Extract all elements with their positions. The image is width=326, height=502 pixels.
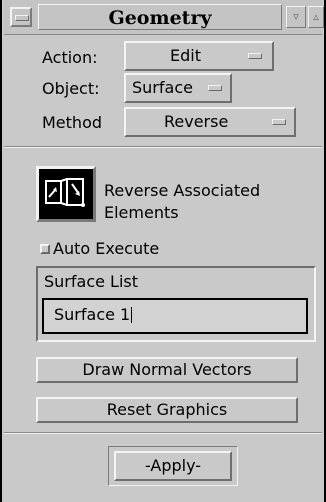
object-value: Surface [132, 78, 193, 97]
reset-graphics-button[interactable]: Reset Graphics [36, 397, 298, 423]
auto-execute-label: Auto Execute [53, 239, 160, 258]
option-menu-indicator-icon [272, 119, 286, 125]
window-menu-button[interactable] [10, 7, 32, 27]
action-option-menu[interactable]: Edit [124, 41, 274, 71]
title-bar[interactable]: Geometry ▿ ▵ [4, 0, 324, 35]
operation-description: Reverse Associated Elements [104, 180, 260, 224]
auto-execute-checkbox[interactable] [40, 244, 50, 254]
action-label: Action: [42, 48, 98, 67]
apply-button[interactable]: -Apply- [114, 451, 232, 481]
window-title: Geometry [38, 4, 282, 30]
method-value: Reverse [164, 112, 229, 131]
minimize-icon: ▿ [293, 10, 299, 23]
menu-bar-icon [15, 15, 29, 21]
minimize-button[interactable]: ▿ [286, 6, 306, 28]
reverse-elements-icon [36, 166, 96, 222]
surface-list-input[interactable]: Surface 1 [42, 298, 308, 334]
option-menu-indicator-icon [248, 53, 262, 59]
option-menu-indicator-icon [208, 85, 222, 91]
draw-normal-vectors-button[interactable]: Draw Normal Vectors [36, 357, 298, 383]
method-option-menu[interactable]: Reverse [124, 107, 296, 137]
geometry-window: Geometry ▿ ▵ Action: Edit Object: Surfac… [0, 0, 326, 502]
operation-description-line2: Elements [104, 203, 179, 222]
operation-description-line1: Reverse Associated [104, 181, 261, 200]
method-label: Method [42, 113, 103, 132]
object-label: Object: [42, 79, 100, 98]
surface-list-label: Surface List [44, 272, 139, 291]
separator [4, 432, 322, 434]
maximize-icon: ▵ [313, 10, 319, 23]
surface-list-value: Surface 1 [54, 305, 131, 324]
reverse-elements-glyph [45, 178, 85, 207]
text-cursor-icon [131, 307, 137, 323]
object-option-menu[interactable]: Surface [124, 73, 232, 103]
action-value: Edit [170, 46, 201, 65]
maximize-button[interactable]: ▵ [308, 6, 324, 28]
separator [4, 146, 322, 148]
